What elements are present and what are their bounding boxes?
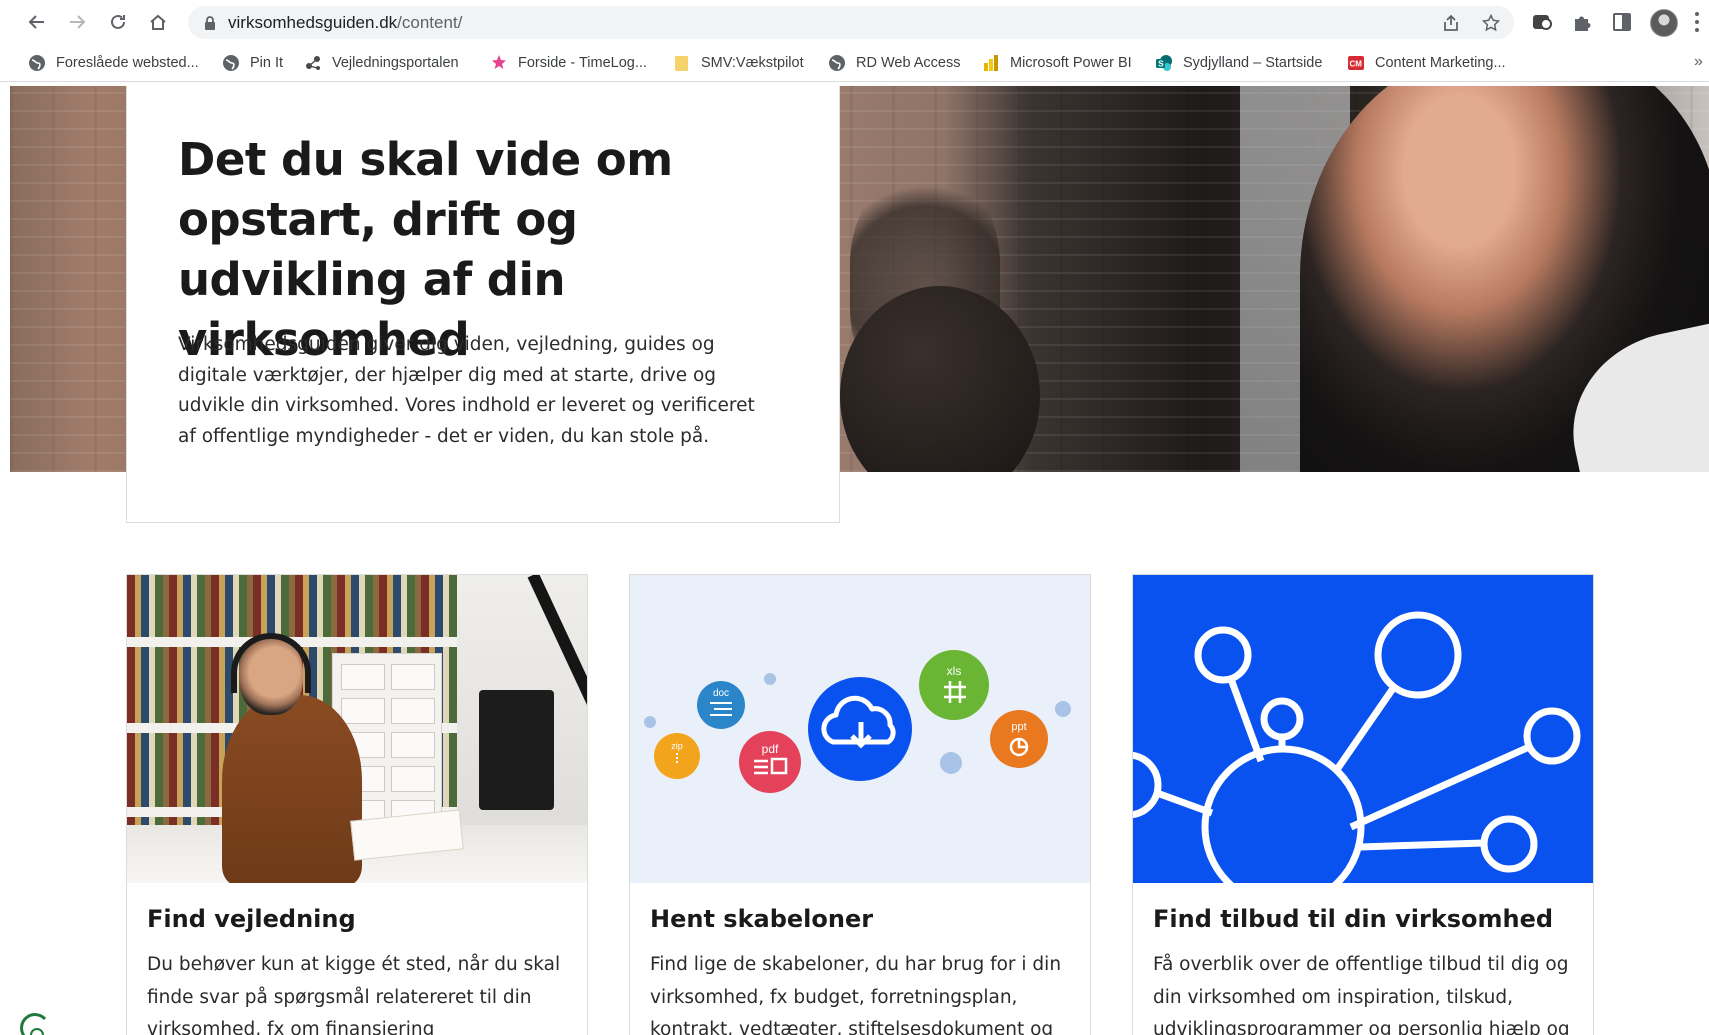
bookmark-item[interactable]: S Sydjylland – Startside (1155, 52, 1322, 74)
xls-file-icon: xls (919, 650, 989, 720)
puzzle-icon[interactable] (1571, 11, 1593, 33)
card-hent-skabeloner[interactable]: doc xls zip pdf ppt Hent skabeloner Find… (629, 574, 1091, 1035)
recycle-logo-icon[interactable] (19, 1011, 55, 1035)
nodes-icon (304, 54, 322, 72)
bookmark-item[interactable]: Vejledningsportalen (304, 52, 459, 74)
folder-icon (673, 54, 691, 72)
url-path: /content/ (397, 13, 463, 32)
card-image-file-download: doc xls zip pdf ppt (630, 575, 1090, 883)
url-host: virksomhedsguiden.dk (228, 13, 398, 32)
address-bar[interactable]: virksomhedsguiden.dk/content/ (188, 6, 1514, 39)
lock-icon (205, 16, 215, 30)
home-button[interactable] (145, 9, 171, 35)
bookmark-label: Pin It (250, 55, 284, 71)
reload-button[interactable] (105, 9, 131, 35)
arrow-left-icon (28, 15, 44, 29)
svg-text:CM: CM (1350, 60, 1363, 69)
bookmark-item[interactable]: Pin It (222, 52, 283, 74)
bookmark-label: SMV:Vækstpilot (701, 55, 804, 71)
bookmark-label: Foreslåede websted... (56, 55, 199, 71)
doc-badge-label: doc (713, 688, 729, 699)
card-image-man-at-desk (127, 575, 587, 883)
hero-card: Det du skal vide om opstart, drift og ud… (126, 86, 840, 523)
forward-button[interactable] (64, 9, 90, 35)
zip-badge-label: zip (671, 741, 683, 751)
pdf-file-icon: pdf (739, 731, 801, 793)
file-types-illustration: doc xls zip pdf ppt (644, 650, 1071, 793)
profile-avatar[interactable] (1650, 9, 1678, 37)
zip-file-icon: zip (654, 733, 700, 779)
bookmark-label: Content Marketing... (1375, 55, 1506, 71)
card-title[interactable]: Hent skabeloner (650, 905, 873, 933)
card-title[interactable]: Find tilbud til din virksomhed (1153, 905, 1553, 933)
bookmark-star-icon[interactable] (1482, 14, 1500, 32)
more-vertical-icon[interactable] (1694, 10, 1700, 34)
bookmarks-more-button[interactable]: » (1694, 53, 1703, 71)
flower-icon (490, 54, 508, 72)
bookmark-label: RD Web Access (856, 55, 961, 71)
reload-icon (111, 14, 125, 29)
doc-file-icon: doc (697, 681, 745, 729)
power-bi-icon (982, 54, 1000, 72)
cm-icon: CM (1347, 54, 1365, 72)
globe-icon (828, 54, 846, 72)
card-title[interactable]: Find vejledning (147, 905, 356, 933)
arrow-right-icon (70, 15, 86, 29)
xls-badge-label: xls (947, 664, 962, 678)
bookmarks-bar: Foreslåede websted... Pin It Vejlednings… (0, 44, 1709, 82)
bookmark-item[interactable]: SMV:Vækstpilot (673, 52, 804, 74)
card-find-vejledning[interactable]: Find vejledning Du behøver kun at kigge … (126, 574, 588, 1035)
network-icon (1133, 611, 1581, 883)
cloud-download-icon (808, 677, 912, 781)
hero-text: Virksomhedsguiden giver dig viden, vejle… (178, 334, 755, 447)
sharepoint-icon: S (1155, 54, 1173, 72)
ppt-badge-label: ppt (1011, 721, 1026, 733)
url-text: virksomhedsguiden.dk/content/ (228, 13, 462, 33)
bookmark-label: Sydjylland – Startside (1183, 55, 1323, 71)
back-button[interactable] (24, 9, 50, 35)
pdf-badge-label: pdf (762, 742, 779, 756)
card-text: Find lige de skabeloner, du har brug for… (650, 954, 1062, 1035)
bookmark-item[interactable]: CM Content Marketing... (1347, 52, 1506, 74)
bookmark-item[interactable]: RD Web Access (828, 52, 961, 74)
globe-icon (222, 54, 240, 72)
bookmark-label: Forside - TimeLog... (518, 55, 647, 71)
browser-toolbar: virksomhedsguiden.dk/content/ (0, 0, 1709, 44)
bookmark-item[interactable]: Foreslåede websted... (28, 52, 199, 74)
svg-text:S: S (1158, 59, 1164, 68)
card-text: Du behøver kun at kigge ét sted, når du … (147, 954, 561, 1035)
card-text: Få overblik over de offentlige tilbud ti… (1153, 954, 1570, 1035)
globe-icon (28, 54, 46, 72)
card-find-tilbud[interactable]: Find tilbud til din virksomhed Få overbl… (1132, 574, 1594, 1035)
bookmark-item[interactable]: Microsoft Power BI (982, 52, 1132, 74)
bookmark-label: Vejledningsportalen (332, 55, 459, 71)
extension-icon[interactable] (1531, 11, 1553, 33)
side-panel-icon[interactable] (1611, 11, 1633, 33)
ppt-file-icon: ppt (990, 710, 1048, 768)
bookmark-label: Microsoft Power BI (1010, 55, 1132, 71)
bookmark-item[interactable]: Forside - TimeLog... (490, 52, 647, 74)
home-icon (150, 14, 166, 30)
share-icon[interactable] (1442, 14, 1460, 32)
card-image-network (1133, 575, 1593, 883)
